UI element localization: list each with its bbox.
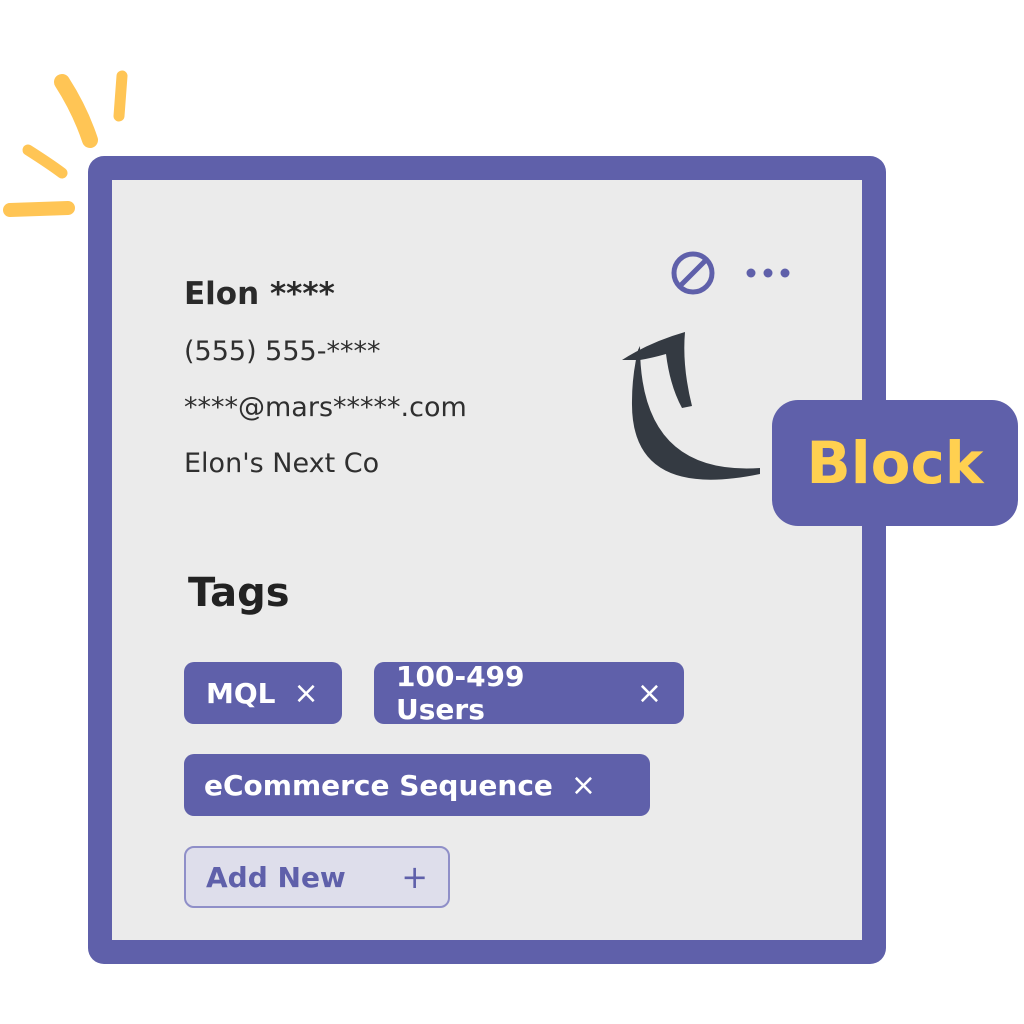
tag-100-499-users: 100-499 Users × <box>374 660 684 726</box>
add-new-label: Add New <box>206 860 346 894</box>
plus-icon: + <box>401 858 428 896</box>
block-icon[interactable] <box>670 250 720 300</box>
remove-tag-icon[interactable]: × <box>637 676 662 711</box>
curved-arrow-icon <box>622 332 760 480</box>
contact-company: Elon's Next Co <box>184 448 380 479</box>
callout-label: Block <box>806 429 984 497</box>
contact-email: ****@mars*****.com <box>184 392 467 423</box>
tag-ecommerce-sequence: eCommerce Sequence × <box>184 754 650 816</box>
add-new-tag-button[interactable]: Add New + <box>184 846 450 908</box>
tag-label: eCommerce Sequence <box>204 768 553 802</box>
remove-tag-icon[interactable]: × <box>294 676 319 711</box>
tag-label: MQL <box>206 676 276 710</box>
contact-name: Elon **** <box>184 276 335 312</box>
tag-mql: MQL × <box>184 662 342 724</box>
tag-label: 100-499 Users <box>396 660 525 726</box>
more-horizontal-icon[interactable] <box>742 262 792 286</box>
tags-heading: Tags <box>188 570 290 616</box>
contact-card: Elon **** (555) 555-**** ****@mars*****.… <box>88 156 886 964</box>
remove-tag-icon[interactable]: × <box>571 768 596 803</box>
block-callout: Block <box>772 400 1018 526</box>
contact-phone: (555) 555-**** <box>184 336 381 367</box>
